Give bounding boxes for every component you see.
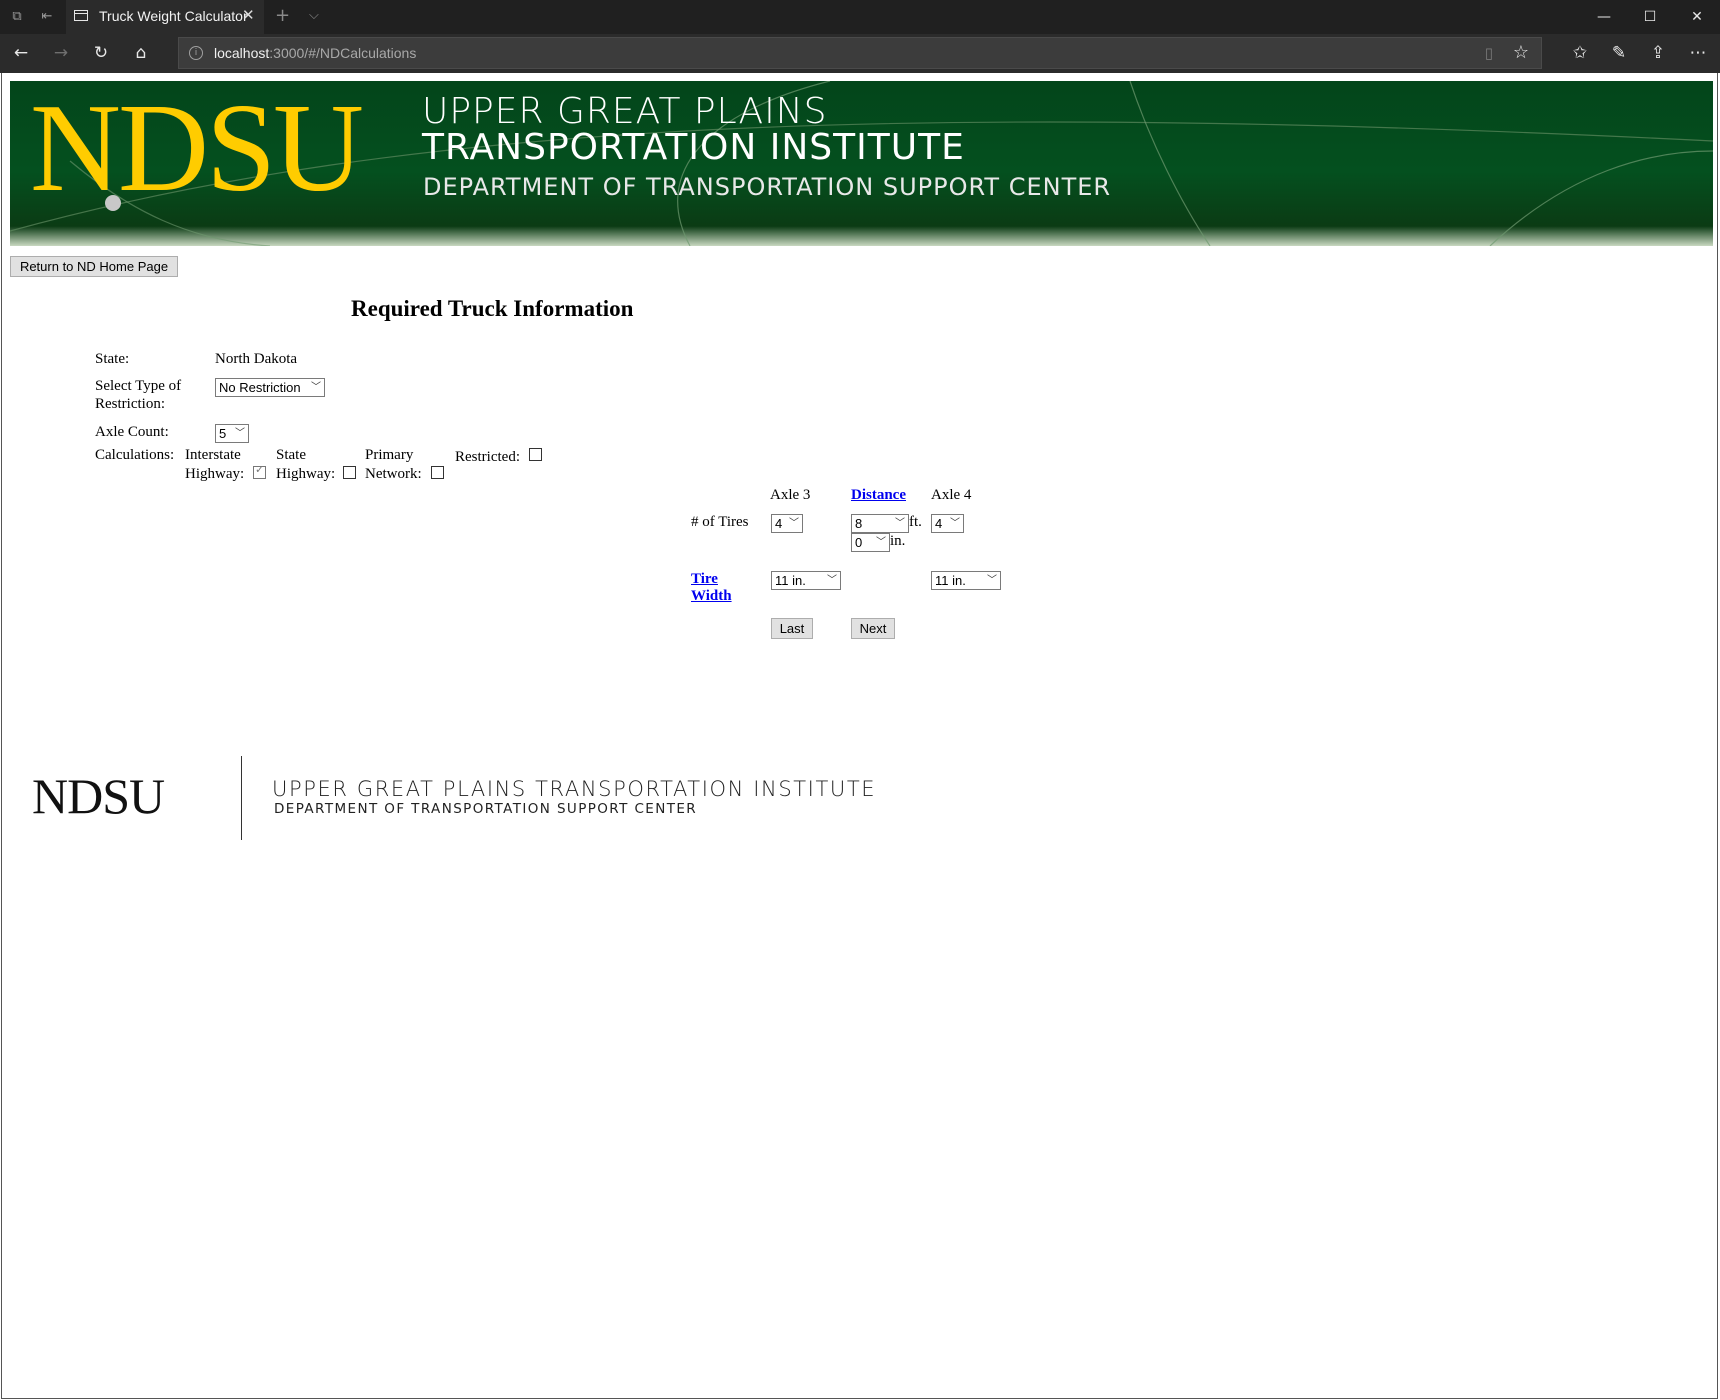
axle-b-width-value: 11 in.: [935, 573, 966, 588]
axle-a-width-select[interactable]: 11 in. ﹀: [771, 571, 841, 590]
axle-a-width-value: 11 in.: [775, 573, 806, 588]
page-title: Required Truck Information: [351, 296, 634, 321]
restricted-label: Restricted:: [455, 449, 520, 465]
set-tabs-aside-icon[interactable]: ⇤: [38, 8, 56, 26]
axle-a-tires-value: 4: [775, 516, 783, 531]
state-highway-label-line2: Highway:: [276, 466, 336, 482]
tab-title: Truck Weight Calculator: [99, 8, 248, 24]
forward-icon[interactable]: →: [48, 41, 74, 65]
next-button[interactable]: Next: [851, 618, 895, 639]
back-icon[interactable]: ←: [8, 41, 34, 65]
last-button[interactable]: Last: [771, 618, 813, 639]
tab-list-chevron-icon[interactable]: ⌵: [309, 8, 319, 23]
maximize-icon[interactable]: ☐: [1636, 7, 1664, 27]
pen-icon[interactable]: ✎: [1606, 41, 1632, 65]
url-text[interactable]: localhost:3000/#/NDCalculations: [214, 45, 416, 61]
chevron-down-icon: ﹀: [895, 518, 905, 529]
interstate-label-line2: Highway:: [185, 466, 245, 482]
interstate-label-line1: Interstate: [185, 447, 241, 463]
restriction-label-line1: Select Type of: [95, 378, 182, 394]
axle-b-tires-value: 4: [935, 516, 943, 531]
tire-width-link-line2[interactable]: Width: [691, 588, 732, 605]
ft-unit: ft.: [909, 514, 922, 530]
ndsu-logo: NDSU: [30, 81, 364, 218]
restriction-select-value: No Restriction: [219, 380, 301, 395]
browser-chrome: ⧉ ⇤ Truck Weight Calculator ✕ + ⌵ — ☐ ✕ …: [0, 0, 1720, 73]
browser-tab[interactable]: Truck Weight Calculator ✕: [66, 0, 264, 34]
banner-line-1: UPPER GREAT PLAINS: [422, 91, 828, 132]
interstate-checkbox[interactable]: ✓: [253, 463, 266, 479]
check-icon: ✓: [255, 463, 265, 476]
axle-count-select[interactable]: 5 ﹀: [215, 424, 249, 443]
banner-line-3: DEPARTMENT OF TRANSPORTATION SUPPORT CEN…: [423, 173, 1112, 201]
distance-in-value: 0: [855, 535, 863, 550]
chevron-down-icon: ﹀: [987, 575, 997, 586]
tires-label: # of Tires: [691, 514, 749, 530]
chevron-down-icon: ﹀: [235, 428, 245, 439]
more-icon[interactable]: ⋯: [1685, 41, 1711, 65]
chevron-down-icon: ﹀: [876, 537, 886, 548]
axle-b-tires-select[interactable]: 4 ﹀: [931, 514, 964, 533]
distance-in-select[interactable]: 0 ﹀: [851, 533, 890, 552]
footer-line-2: DEPARTMENT OF TRANSPORTATION SUPPORT CEN…: [274, 801, 698, 817]
close-window-icon[interactable]: ✕: [1683, 7, 1711, 27]
refresh-icon[interactable]: ↻: [88, 41, 114, 65]
favorite-star-icon[interactable]: ☆: [1513, 42, 1529, 63]
address-bar[interactable]: i localhost:3000/#/NDCalculations ▯ ☆: [178, 37, 1542, 69]
state-value: North Dakota: [215, 351, 298, 367]
footer-line-1: UPPER GREAT PLAINS TRANSPORTATION INSTIT…: [272, 777, 877, 801]
restriction-select[interactable]: No Restriction ﹀: [215, 378, 325, 397]
tire-width-link-line1[interactable]: Tire: [691, 571, 718, 588]
logo-dot: [105, 195, 121, 211]
chevron-down-icon: ﹀: [789, 518, 799, 529]
tab-preview-icon[interactable]: ⧉: [8, 8, 26, 26]
state-label: State:: [95, 351, 130, 367]
state-highway-checkbox[interactable]: [343, 466, 356, 479]
footer-ndsu-logo: NDSU: [32, 768, 165, 824]
url-host: localhost: [214, 45, 270, 61]
axle-a-tires-select[interactable]: 4 ﹀: [771, 514, 803, 533]
home-icon[interactable]: ⌂: [128, 41, 154, 65]
close-tab-icon[interactable]: ✕: [242, 6, 255, 24]
axle-a-header: Axle 3: [770, 487, 811, 503]
chevron-down-icon: ﹀: [950, 518, 960, 529]
favorites-icon[interactable]: ✩: [1567, 41, 1593, 65]
axle-count-value: 5: [219, 426, 227, 441]
share-icon[interactable]: ⇪: [1645, 41, 1671, 65]
page-content: NDSU UPPER GREAT PLAINS TRANSPORTATION I…: [1, 73, 1718, 1399]
state-highway-label-line1: State: [276, 447, 306, 463]
primary-network-checkbox[interactable]: [431, 466, 444, 479]
primary-network-label-line1: Primary: [365, 447, 414, 463]
tab-bar: ⧉ ⇤ Truck Weight Calculator ✕ + ⌵ — ☐ ✕: [0, 0, 1720, 34]
header-banner: NDSU UPPER GREAT PLAINS TRANSPORTATION I…: [10, 81, 1713, 246]
in-unit: in.: [890, 533, 906, 549]
chevron-down-icon: ﹀: [827, 575, 837, 586]
calculations-label: Calculations:: [95, 447, 175, 463]
chevron-down-icon: ﹀: [311, 382, 321, 393]
distance-link[interactable]: Distance: [851, 487, 906, 504]
footer-divider: [241, 756, 242, 840]
primary-network-label-line2: Network:: [365, 466, 422, 482]
distance-ft-value: 8: [855, 516, 863, 531]
url-path: :3000/#/NDCalculations: [269, 45, 417, 61]
new-tab-icon[interactable]: +: [275, 5, 290, 26]
reading-view-icon[interactable]: ▯: [1485, 44, 1493, 62]
distance-ft-select[interactable]: 8 ﹀: [851, 514, 909, 533]
restriction-label-line2: Restriction:: [95, 396, 165, 412]
axle-count-label: Axle Count:: [95, 424, 169, 440]
page-icon: [74, 10, 88, 21]
return-home-button[interactable]: Return to ND Home Page: [10, 256, 178, 277]
axle-b-header: Axle 4: [931, 487, 972, 503]
axle-b-width-select[interactable]: 11 in. ﹀: [931, 571, 1001, 590]
banner-line-2: TRANSPORTATION INSTITUTE: [422, 127, 965, 168]
site-info-icon[interactable]: i: [189, 46, 203, 60]
minimize-icon[interactable]: —: [1590, 7, 1618, 27]
restricted-checkbox[interactable]: [529, 448, 542, 461]
